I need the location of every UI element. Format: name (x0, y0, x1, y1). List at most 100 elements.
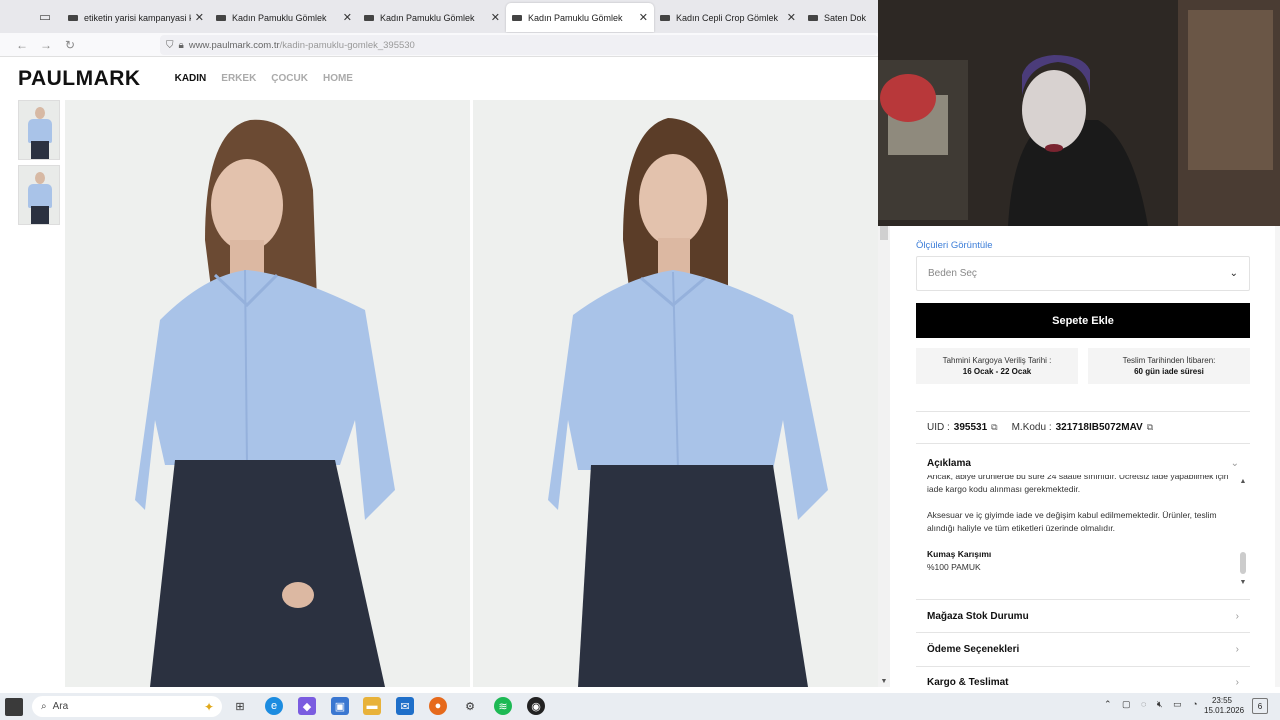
address-bar[interactable]: ⛉ 🔒︎ www.paulmark.com.tr/kadin-pamuklu-g… (160, 35, 878, 55)
return-value: 60 gün iade süresi (1134, 367, 1204, 376)
scroll-down-icon[interactable]: ▼ (1239, 579, 1247, 586)
add-to-cart-button[interactable]: Sepete Ekle (916, 303, 1250, 338)
scroll-thumb[interactable] (880, 226, 888, 240)
shipping-delivery-accordion[interactable]: Kargo & Teslimat › (927, 677, 1239, 687)
scroll-up-icon[interactable]: ▲ (1239, 478, 1247, 485)
return-period-box: Teslim Tarihinden İtibaren: 60 gün iade … (1088, 348, 1250, 384)
copilot-icon[interactable]: ◆ (298, 697, 316, 715)
fabric-value: %100 PAMUK (927, 561, 981, 572)
stock-status-accordion[interactable]: Mağaza Stok Durumu › (927, 611, 1239, 622)
notification-badge[interactable]: 6 (1252, 698, 1268, 714)
system-tray[interactable]: ⌃ ▢ ◌ 🔇︎ ▭ ◔ (1104, 699, 1202, 710)
mail-icon[interactable]: ✉ (396, 697, 414, 715)
tab-close-icon[interactable]: ✕ (195, 11, 204, 24)
nav-kadin[interactable]: KADIN (175, 73, 207, 84)
obs-icon[interactable]: ◉ (527, 697, 545, 715)
spotify-icon[interactable]: ≋ (494, 697, 512, 715)
nav-cocuk[interactable]: ÇOCUK (271, 73, 308, 84)
screen: ▭ etiketin yarisi kampanyasi kadın ✕ Kad… (0, 0, 1280, 720)
tab-title: Kadın Cepli Crop Gömlek (676, 12, 779, 23)
accordion-label: Ödeme Seçenekleri (927, 644, 1020, 655)
sparkle-icon: ✦ (203, 699, 214, 714)
page-scrollbar[interactable] (1275, 226, 1280, 687)
url-host: www.paulmark.com.tr (188, 39, 280, 51)
tab-list-icon[interactable]: ▭ (32, 4, 58, 30)
nav-erkek[interactable]: ERKEK (221, 73, 256, 84)
product-thumbnail[interactable] (18, 165, 60, 225)
tab-favicon-icon (808, 14, 818, 21)
product-photo-front[interactable] (65, 100, 470, 687)
webcam-overlay (878, 0, 1280, 226)
description-content: Ancak, abiye ürünlerde bu süre 24 saatle… (927, 475, 1239, 587)
copy-icon[interactable]: ⧉ (991, 422, 997, 433)
taskbar-search[interactable]: ⌕ Ara ✦ (32, 696, 222, 717)
size-guide-link[interactable]: Ölçüleri Görüntüle (916, 240, 993, 251)
site-logo[interactable]: PAULMARK (18, 67, 141, 91)
tab-favicon-icon (512, 14, 522, 21)
tab-close-icon[interactable]: ✕ (343, 11, 352, 24)
scroll-down-icon[interactable]: ▼ (878, 678, 890, 685)
browser-tab[interactable]: Kadın Cepli Crop Gömlek ✕ (654, 3, 802, 32)
browser-tab[interactable]: Kadın Pamuklu Gömlek ✕ (358, 3, 506, 32)
taskbar-clock[interactable]: 23:55 15.01.2026 (1204, 696, 1245, 716)
description-line: Aksesuar ve iç giyimde iade ve değişim k… (927, 510, 1217, 533)
clock-date: 15.01.2026 (1204, 706, 1245, 715)
folder-icon[interactable]: ▬ (363, 697, 381, 715)
payment-options-accordion[interactable]: Ödeme Seçenekleri › (927, 644, 1239, 655)
accordion-label: Mağaza Stok Durumu (927, 611, 1029, 622)
accordion-label: Kargo & Teslimat (927, 677, 1009, 687)
tab-title: Kadın Pamuklu Gömlek (232, 12, 327, 23)
chevron-right-icon: › (1235, 611, 1239, 622)
tab-title: Kadın Pamuklu Gömlek (528, 12, 623, 23)
tab-close-icon[interactable]: ✕ (787, 11, 796, 24)
chevron-down-icon: ⌄ (1230, 458, 1239, 469)
tab-favicon-icon (68, 14, 78, 21)
panel-scrollbar[interactable]: ▼ (878, 226, 890, 687)
start-icon[interactable] (5, 698, 23, 716)
store-icon[interactable]: ▣ (331, 697, 349, 715)
description-line: Ancak, abiye ürünlerde bu süre 24 saatle… (927, 475, 1229, 494)
main-nav: KADIN ERKEK ÇOCUK HOME (175, 73, 353, 84)
settings-icon[interactable]: ⚙ (461, 697, 479, 715)
product-codes: UID : 395531 ⧉ M.Kodu : 321718IB5072MAV … (927, 422, 1167, 433)
tab-favicon-icon (216, 14, 226, 21)
clock-time: 23:55 (1211, 696, 1233, 705)
tab-favicon-icon (660, 14, 670, 21)
back-arrow-icon[interactable]: ← (10, 38, 34, 52)
code-label: M.Kodu : (1011, 422, 1052, 433)
chevron-down-icon: ⌄ (1229, 268, 1238, 279)
size-select[interactable]: Beden Seç ⌄ (916, 256, 1250, 291)
shipping-date-box: Tahmini Kargoya Veriliş Tarihi : 16 Ocak… (916, 348, 1078, 384)
divider (916, 666, 1250, 667)
browser-tab[interactable]: Saten Dokulu D (802, 3, 872, 32)
browser-tab[interactable]: Kadın Pamuklu Gömlek ✕ (210, 3, 358, 32)
browser-tab[interactable]: etiketin yarisi kampanyasi kadın ✕ (62, 3, 210, 32)
shield-icon[interactable]: ⛉ (166, 40, 174, 51)
forward-arrow-icon[interactable]: → (34, 38, 58, 52)
shipping-value: 16 Ocak - 22 Ocak (962, 367, 1032, 376)
code-value: 321718IB5072MAV (1055, 422, 1143, 433)
tab-close-icon[interactable]: ✕ (639, 11, 648, 24)
site-header: PAULMARK KADIN ERKEK ÇOCUK HOME (0, 57, 878, 100)
fabric-title: Kumaş Karışımı (927, 549, 992, 559)
browser-tab-active[interactable]: Kadın Pamuklu Gömlek ✕ (506, 3, 654, 32)
tab-title: etiketin yarisi kampanyasi kadın (84, 12, 191, 23)
copy-icon[interactable]: ⧉ (1147, 422, 1153, 433)
search-icon: ⌕ (41, 701, 47, 712)
scroll-thumb[interactable] (1240, 552, 1246, 574)
product-photo-side[interactable] (473, 100, 878, 687)
description-accordion-header[interactable]: Açıklama ⌄ (927, 458, 1239, 469)
nav-home[interactable]: HOME (323, 73, 353, 84)
task-view-icon[interactable]: ⊞ (231, 697, 249, 715)
product-thumbnail[interactable] (18, 100, 60, 160)
edge-icon[interactable]: e (265, 697, 283, 715)
firefox-icon[interactable]: ● (429, 697, 447, 715)
chevron-right-icon: › (1235, 677, 1239, 687)
description-scrollbar[interactable]: ▲ ▼ (1239, 478, 1247, 586)
lock-icon[interactable]: 🔒︎ (179, 40, 184, 51)
search-text: Ara (52, 701, 69, 712)
uid-label: UID : (927, 422, 950, 433)
reload-icon[interactable]: ↻ (58, 38, 82, 52)
shipping-label: Tahmini Kargoya Veriliş Tarihi : (942, 356, 1052, 365)
tab-close-icon[interactable]: ✕ (491, 11, 500, 24)
